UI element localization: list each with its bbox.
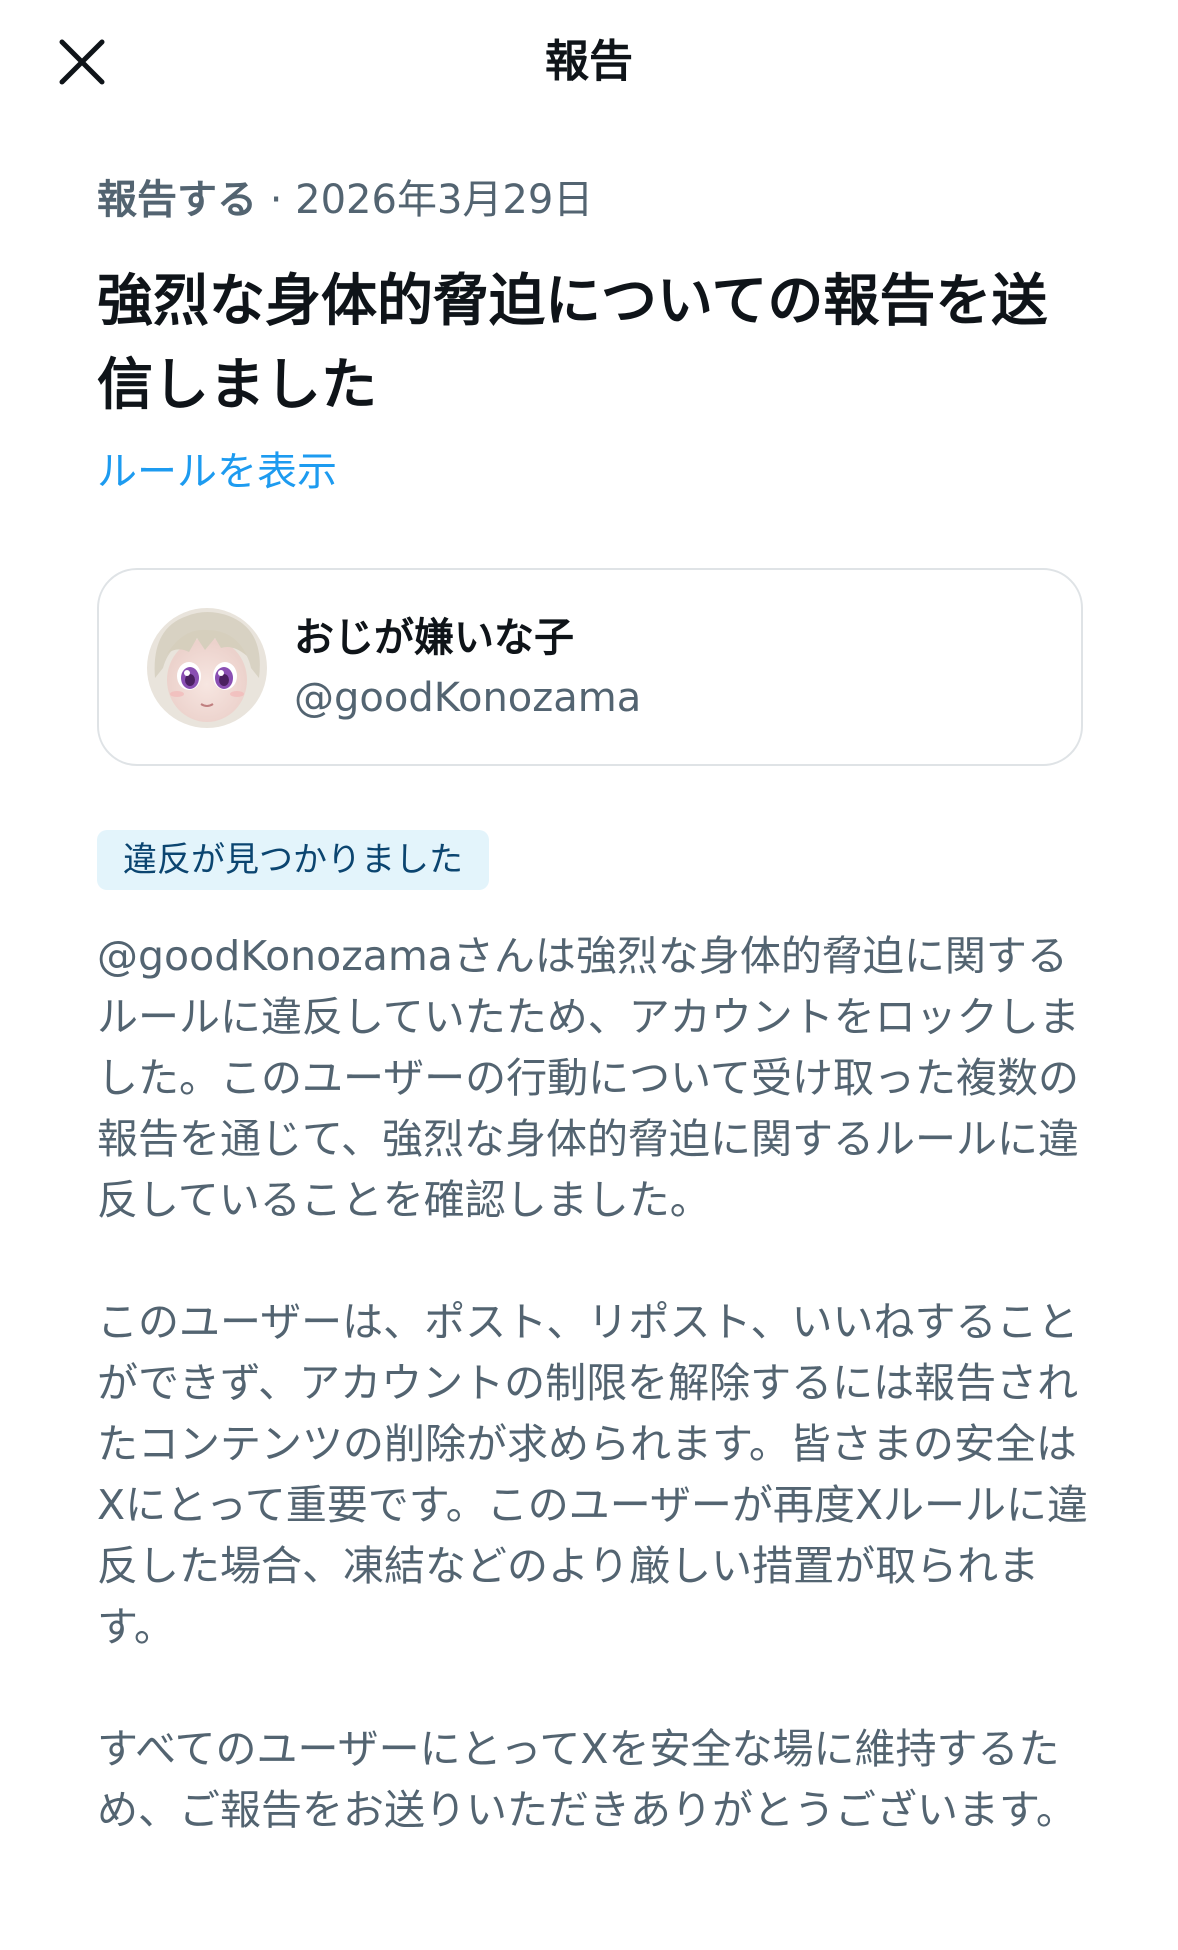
report-summary: 報告する · 2026年3月29日 強烈な身体的脅迫についての報告を送信しました… (97, 172, 1087, 502)
report-body: @goodKonozamaさんは強烈な身体的脅迫に関するルールに違反していたため… (97, 926, 1092, 1902)
reported-user-card[interactable]: おじが嫌いな子 @goodKonozama (97, 568, 1083, 766)
avatar (147, 608, 267, 728)
body-paragraph-1: @goodKonozamaさんは強烈な身体的脅迫に関するルールに違反していたため… (97, 932, 1080, 1224)
meta-separator: · (257, 177, 296, 223)
status-badge: 違反が見つかりました (97, 830, 489, 890)
user-handle: @goodKonozama (294, 675, 642, 721)
user-display-name: おじが嫌いな子 (294, 615, 574, 661)
report-date: 2026年3月29日 (295, 177, 594, 223)
top-bar: 報告 (0, 0, 1178, 120)
avatar-image (147, 608, 267, 728)
report-title: 強烈な身体的脅迫についての報告を送信しました (97, 269, 1048, 418)
body-paragraph-2: このユーザーは、ポスト、リポスト、いいねすることができず、アカウントの制限を解除… (97, 1298, 1088, 1651)
page-title: 報告 (545, 36, 633, 87)
body-paragraph-3: すべてのユーザーにとってXを安全な場に維持するため、ご報告をお送りいただきありが… (97, 1725, 1077, 1834)
report-meta-label: 報告する (97, 177, 257, 223)
view-rules-link[interactable]: ルールを表示 (97, 442, 337, 502)
report-meta: 報告する · 2026年3月29日 (97, 172, 1087, 228)
